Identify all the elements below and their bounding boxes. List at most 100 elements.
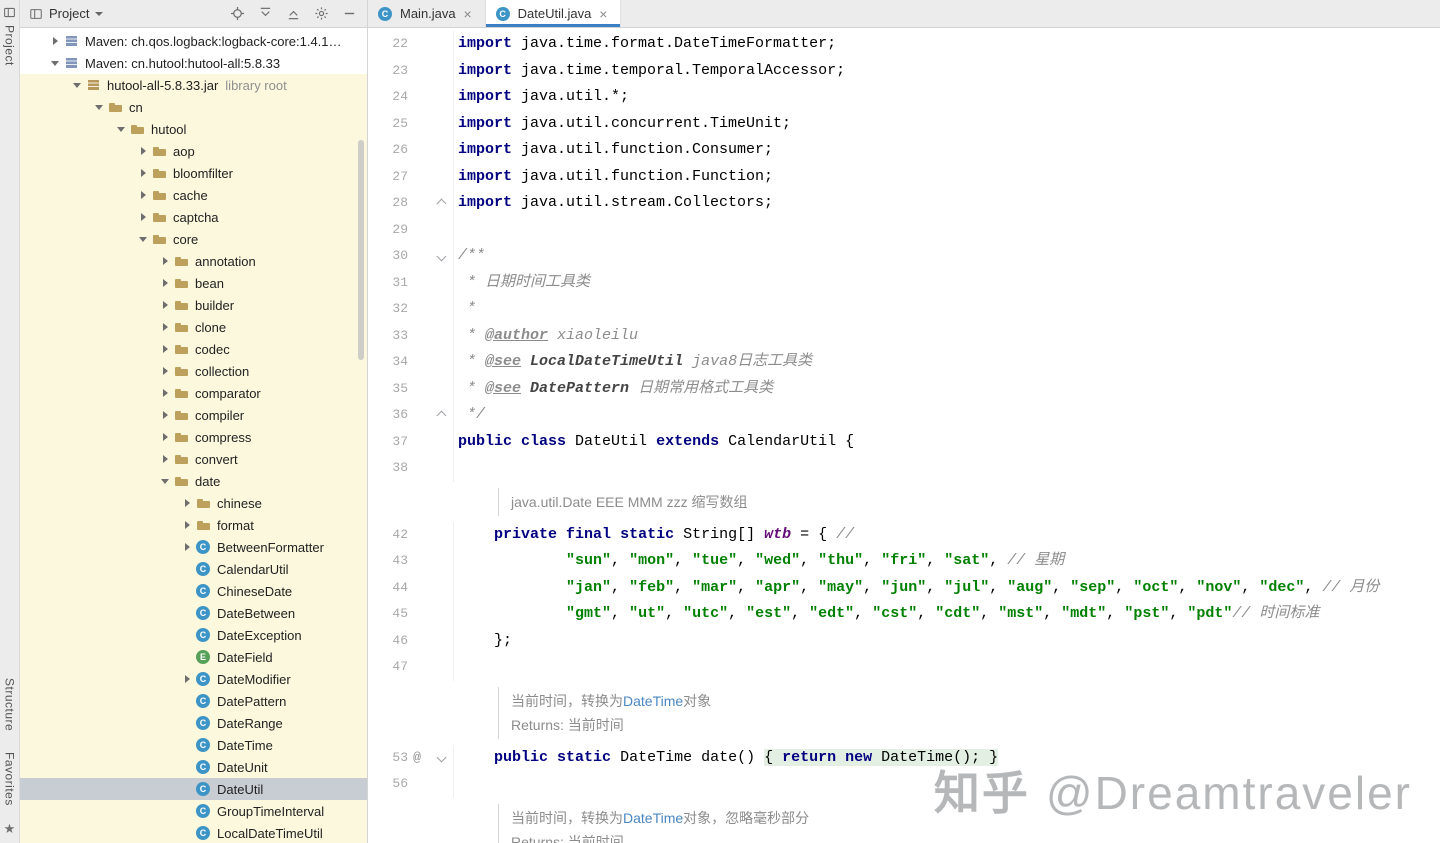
code-line[interactable]: 22 import java.time.format.DateTimeFormat… <box>368 31 1440 58</box>
tree-item-compiler[interactable]: compiler <box>20 404 367 426</box>
chevron-right-icon[interactable] <box>158 360 172 382</box>
tree-item-comparator[interactable]: comparator <box>20 382 367 404</box>
tree-item-daterange[interactable]: DateRange <box>20 712 367 734</box>
tree-item-bloomfilter[interactable]: bloomfilter <box>20 162 367 184</box>
tool-window-button-favorites[interactable]: Favorites <box>3 752 17 806</box>
select-opened-file-icon[interactable] <box>230 6 245 21</box>
chevron-right-icon[interactable] <box>158 382 172 404</box>
tab-close-icon[interactable] <box>596 7 610 21</box>
hide-icon[interactable] <box>342 6 357 21</box>
tree-item-chinese[interactable]: chinese <box>20 492 367 514</box>
tree-item-dateunit[interactable]: DateUnit <box>20 756 367 778</box>
tree-item-aop[interactable]: aop <box>20 140 367 162</box>
chevron-right-icon[interactable] <box>136 140 150 162</box>
tree-item-convert[interactable]: convert <box>20 448 367 470</box>
tree-item-calendarutil[interactable]: CalendarUtil <box>20 558 367 580</box>
tree-item-datefield[interactable]: DateField <box>20 646 367 668</box>
code-line[interactable]: 33 * @author xiaoleilu <box>368 322 1440 349</box>
tree-item-dateexception[interactable]: DateException <box>20 624 367 646</box>
code-line[interactable]: 29 <box>368 216 1440 243</box>
code-line[interactable]: 28 import java.util.stream.Collectors; <box>368 190 1440 217</box>
tree-item-format[interactable]: format <box>20 514 367 536</box>
project-tool-window-icon[interactable] <box>2 5 17 20</box>
code-editor[interactable]: 22 import java.time.format.DateTimeFormat… <box>368 28 1440 843</box>
code-line[interactable]: 53 @ public static DateTime date() { retu… <box>368 744 1440 771</box>
chevron-right-icon[interactable] <box>180 668 194 690</box>
code-line[interactable]: 37 public class DateUtil extends Calendar… <box>368 428 1440 455</box>
fold-toggle-icon[interactable] <box>436 410 446 421</box>
tool-window-button-project[interactable]: Project <box>3 25 17 66</box>
chevron-down-icon[interactable] <box>70 74 84 96</box>
chevron-down-icon[interactable] <box>114 118 128 140</box>
tree-item-datepattern[interactable]: DatePattern <box>20 690 367 712</box>
tree-scrollbar[interactable] <box>358 140 364 360</box>
tree-item-clone[interactable]: clone <box>20 316 367 338</box>
code-line[interactable]: 47 <box>368 654 1440 681</box>
chevron-right-icon[interactable] <box>136 206 150 228</box>
code-line[interactable]: 36 */ <box>368 402 1440 429</box>
tree-item-grouptimeinterval[interactable]: GroupTimeInterval <box>20 800 367 822</box>
code-line[interactable]: 26 import java.util.function.Consumer; <box>368 137 1440 164</box>
chevron-right-icon[interactable] <box>158 338 172 360</box>
chevron-right-icon[interactable] <box>158 316 172 338</box>
chevron-right-icon[interactable] <box>158 272 172 294</box>
tree-item-datebetween[interactable]: DateBetween <box>20 602 367 624</box>
tree-item-compress[interactable]: compress <box>20 426 367 448</box>
doc-link[interactable]: DateTime <box>623 810 683 826</box>
chevron-right-icon[interactable] <box>180 492 194 514</box>
tree-item-date[interactable]: date <box>20 470 367 492</box>
project-view-dropdown[interactable]: Project <box>28 6 104 21</box>
tree-item-captcha[interactable]: captcha <box>20 206 367 228</box>
code-line[interactable]: 31 * 日期时间工具类 <box>368 269 1440 296</box>
chevron-right-icon[interactable] <box>158 294 172 316</box>
tree-item-localdatetimeutil[interactable]: LocalDateTimeUtil <box>20 822 367 843</box>
code-line[interactable]: 42 private final static String[] wtb = {… <box>368 521 1440 548</box>
chevron-right-icon[interactable] <box>48 30 62 52</box>
tree-item-datetime[interactable]: DateTime <box>20 734 367 756</box>
expand-all-icon[interactable] <box>258 6 273 21</box>
fold-toggle-icon[interactable] <box>436 752 446 763</box>
tab-main-java[interactable]: Main.java <box>368 0 486 27</box>
tree-item-hutool-all-5-8-33-jar[interactable]: hutool-all-5.8.33.jar library root <box>20 74 367 96</box>
tree-item-cn[interactable]: cn <box>20 96 367 118</box>
tree-item-hutool[interactable]: hutool <box>20 118 367 140</box>
tree-item-annotation[interactable]: annotation <box>20 250 367 272</box>
chevron-down-icon[interactable] <box>92 96 106 118</box>
collapse-all-icon[interactable] <box>286 6 301 21</box>
chevron-down-icon[interactable] <box>48 52 62 74</box>
tree-item-maven-cn-hutool-hutool-all-5-8-33[interactable]: Maven: cn.hutool:hutool-all:5.8.33 <box>20 52 367 74</box>
fold-toggle-icon[interactable] <box>436 251 446 262</box>
settings-icon[interactable] <box>314 6 329 21</box>
chevron-right-icon[interactable] <box>158 426 172 448</box>
tree-item-betweenformatter[interactable]: BetweenFormatter <box>20 536 367 558</box>
code-line[interactable]: 46 }; <box>368 627 1440 654</box>
tree-item-collection[interactable]: collection <box>20 360 367 382</box>
code-line[interactable]: 27 import java.util.function.Function; <box>368 163 1440 190</box>
code-line[interactable]: 24 import java.util.*; <box>368 84 1440 111</box>
chevron-right-icon[interactable] <box>180 514 194 536</box>
code-line[interactable]: 35 * @see DatePattern 日期常用格式工具类 <box>368 375 1440 402</box>
code-line[interactable]: 30 /** <box>368 243 1440 270</box>
chevron-down-icon[interactable] <box>158 470 172 492</box>
code-line[interactable]: 56 <box>368 771 1440 798</box>
chevron-right-icon[interactable] <box>136 162 150 184</box>
tree-item-codec[interactable]: codec <box>20 338 367 360</box>
tree-item-builder[interactable]: builder <box>20 294 367 316</box>
tree-item-datemodifier[interactable]: DateModifier <box>20 668 367 690</box>
tree-item-core[interactable]: core <box>20 228 367 250</box>
code-line[interactable]: 43 "sun", "mon", "tue", "wed", "thu", "f… <box>368 548 1440 575</box>
code-line[interactable]: 32 * <box>368 296 1440 323</box>
tree-item-dateutil[interactable]: DateUtil <box>20 778 367 800</box>
chevron-right-icon[interactable] <box>158 404 172 426</box>
doc-link[interactable]: DateTime <box>623 693 683 709</box>
tree-item-maven-ch-qos-logback-logback-core-1-4-1[interactable]: Maven: ch.qos.logback:logback-core:1.4.1… <box>20 30 367 52</box>
tree-item-chinesedate[interactable]: ChineseDate <box>20 580 367 602</box>
code-line[interactable]: 44 "jan", "feb", "mar", "apr", "may", "j… <box>368 574 1440 601</box>
tab-dateutil-java[interactable]: DateUtil.java <box>485 0 622 27</box>
fold-toggle-icon[interactable] <box>436 198 446 209</box>
chevron-right-icon[interactable] <box>136 184 150 206</box>
tool-window-button-structure[interactable]: Structure <box>3 678 17 731</box>
code-line[interactable]: 23 import java.time.temporal.TemporalAcce… <box>368 57 1440 84</box>
code-line[interactable]: 34 * @see LocalDateTimeUtil java8日志工具类 <box>368 349 1440 376</box>
favorites-star-icon[interactable]: ★ <box>4 822 16 835</box>
